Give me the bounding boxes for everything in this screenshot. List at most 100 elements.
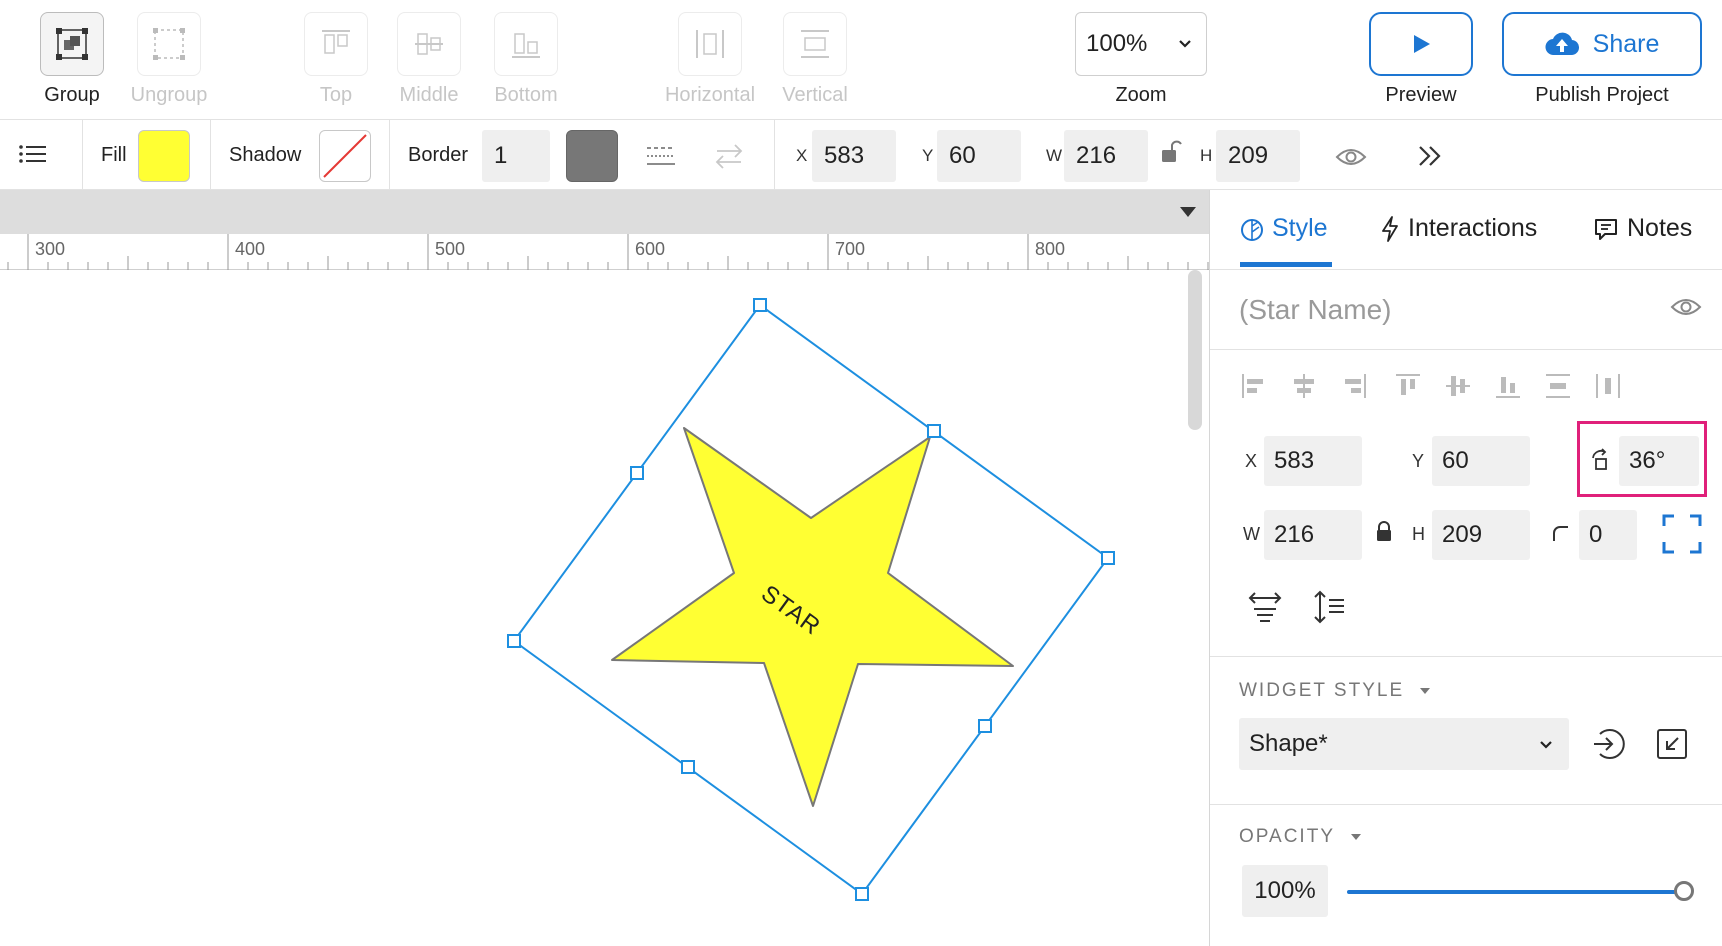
panel-y-input[interactable]: 60 [1432, 436, 1530, 486]
distribute-vertical-button[interactable] [783, 12, 847, 76]
align-middle-button[interactable] [397, 12, 461, 76]
panel-height-input[interactable]: 209 [1432, 510, 1530, 560]
height-input[interactable]: 209 [1216, 130, 1300, 182]
outline-toggle-button[interactable] [18, 142, 48, 171]
distribute-horizontal-button[interactable] [678, 12, 742, 76]
ungroup-button[interactable] [137, 12, 201, 76]
opacity-input[interactable]: 100% [1242, 865, 1328, 917]
more-options-button[interactable] [1416, 144, 1444, 173]
caret-down-icon [1350, 834, 1361, 840]
preview-button[interactable] [1369, 12, 1473, 76]
align-bottom-label: Bottom [494, 84, 558, 106]
fit-to-content-icon[interactable] [1662, 514, 1702, 554]
align-bottom-tool[interactable]: Bottom [480, 12, 572, 107]
vertical-scrollbar[interactable] [1188, 270, 1202, 430]
align-center-icon[interactable] [1290, 372, 1318, 400]
style-bar: Fill Shadow Border 1 X 583 Y 60 W 216 H … [0, 120, 1722, 190]
align-bottom-button[interactable] [494, 12, 558, 76]
section-divider [1210, 804, 1722, 805]
widget-name-row: (Star Name) [1210, 270, 1722, 350]
unlink-style-icon[interactable] [1656, 728, 1688, 760]
ruler-label: 300 [35, 239, 66, 259]
resize-handle[interactable] [927, 424, 941, 438]
resize-handle[interactable] [630, 466, 644, 480]
panel-w-label: W [1243, 524, 1260, 544]
shadow-color-swatch[interactable] [319, 130, 371, 182]
distribute-horizontal-tool[interactable]: Horizontal [654, 12, 766, 107]
double-chevron-right-icon [1419, 146, 1441, 166]
resize-handle[interactable] [1101, 551, 1115, 565]
corner-radius-input[interactable]: 0 [1579, 510, 1637, 560]
h-label: H [1200, 146, 1213, 165]
align-middle-icon [415, 33, 443, 55]
arrow-style-button[interactable] [714, 142, 744, 175]
border-color-swatch[interactable] [566, 130, 618, 182]
active-tab-indicator [1240, 262, 1332, 267]
share-button[interactable]: Share [1502, 12, 1702, 76]
resize-handle[interactable] [753, 298, 767, 312]
resize-handle[interactable] [978, 719, 992, 733]
x-input[interactable]: 583 [812, 130, 896, 182]
design-canvas[interactable]: STAR [0, 270, 1209, 946]
aspect-lock-button[interactable] [1160, 138, 1182, 171]
fill-color-swatch[interactable] [138, 130, 190, 182]
widget-style-select[interactable]: Shape* [1239, 718, 1569, 770]
panel-x-input[interactable]: 583 [1264, 436, 1362, 486]
group-button[interactable] [40, 12, 104, 76]
align-left-icon[interactable] [1240, 372, 1268, 400]
caret-down-icon[interactable] [1179, 206, 1197, 218]
cloud-upload-icon [1545, 32, 1579, 56]
visibility-toggle-button[interactable] [1335, 146, 1367, 173]
auto-fit-height-icon[interactable] [1312, 590, 1346, 624]
panel-y-label: Y [1412, 451, 1425, 471]
auto-fit-width-icon[interactable] [1248, 590, 1282, 624]
align-top-icon[interactable] [1394, 372, 1422, 400]
group-label: Group [44, 84, 100, 106]
chevron-down-icon [1540, 741, 1552, 749]
align-middle-tool[interactable]: Middle [383, 12, 475, 107]
play-icon [1414, 35, 1430, 53]
align-bottom-icon[interactable] [1494, 372, 1522, 400]
apply-style-icon[interactable] [1592, 726, 1626, 762]
distribute-vertical-icon[interactable] [1544, 372, 1572, 400]
share-label: Share [1592, 29, 1660, 58]
widget-style-title[interactable]: WIDGET STYLE [1239, 680, 1431, 702]
section-divider [1210, 656, 1722, 657]
distribute-horizontal-icon[interactable] [1594, 372, 1622, 400]
widget-name-input[interactable]: (Star Name) [1239, 294, 1391, 326]
rotation-input[interactable]: 36° [1619, 436, 1699, 486]
tab-notes[interactable]: Notes [1593, 214, 1692, 243]
resize-handle[interactable] [681, 760, 695, 774]
shadow-label: Shadow [229, 144, 302, 166]
ruler-label: 600 [635, 239, 666, 259]
border-style-button[interactable] [646, 144, 676, 173]
opacity-slider-handle[interactable] [1674, 881, 1694, 901]
align-top-button[interactable] [304, 12, 368, 76]
ungroup-tool[interactable]: Ungroup [123, 12, 215, 107]
panel-width-input[interactable]: 216 [1264, 510, 1362, 560]
eye-icon[interactable] [1670, 296, 1702, 318]
opacity-title[interactable]: OPACITY [1239, 826, 1362, 848]
corner-radius-icon [1553, 526, 1568, 541]
align-right-icon[interactable] [1340, 372, 1368, 400]
lock-icon[interactable] [1375, 521, 1393, 543]
group-tool[interactable]: Group [26, 12, 118, 107]
opacity-title-text: OPACITY [1239, 826, 1335, 847]
width-input[interactable]: 216 [1064, 130, 1148, 182]
tab-interactions[interactable]: Interactions [1380, 214, 1537, 243]
y-input[interactable]: 60 [937, 130, 1021, 182]
resize-handle[interactable] [855, 887, 869, 901]
align-top-tool[interactable]: Top [290, 12, 382, 107]
opacity-slider-track[interactable] [1347, 890, 1687, 894]
distribute-vertical-tool[interactable]: Vertical [769, 12, 861, 107]
widget-style-value: Shape* [1249, 730, 1328, 757]
zoom-select[interactable]: 100% [1075, 12, 1207, 76]
align-middle-icon[interactable] [1444, 372, 1472, 400]
eye-icon [1335, 149, 1367, 165]
border-width-input[interactable]: 1 [482, 130, 550, 182]
fill-label: Fill [101, 144, 127, 166]
tab-style[interactable]: Style [1240, 214, 1328, 243]
ruler-label: 800 [1035, 239, 1066, 259]
resize-handle[interactable] [507, 634, 521, 648]
canvas-drawing [507, 298, 1115, 901]
